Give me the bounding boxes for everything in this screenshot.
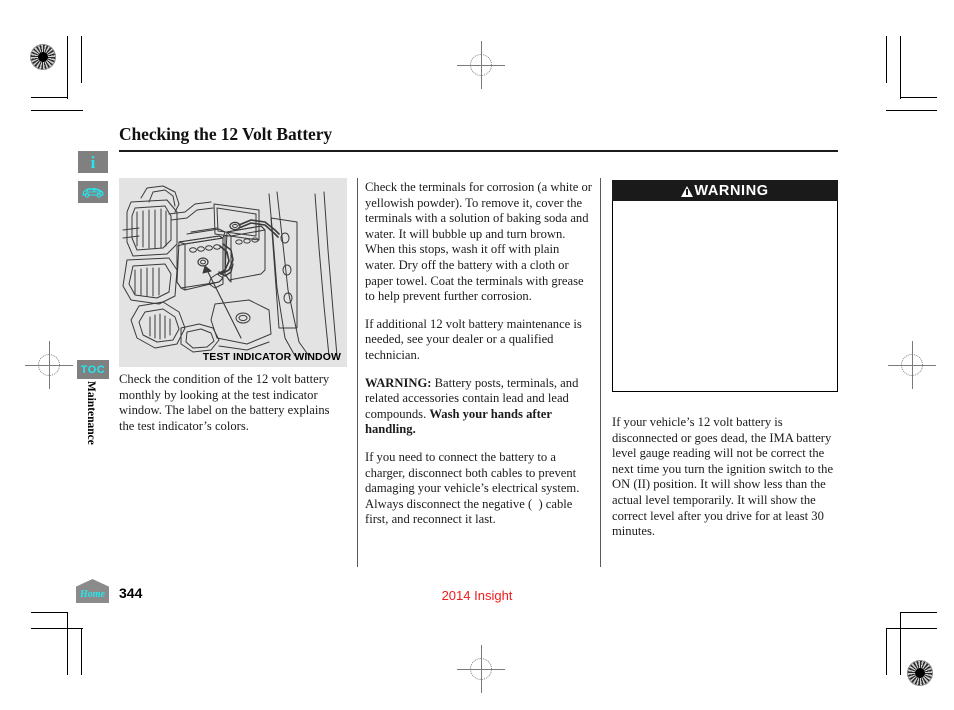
middle-paragraph-4: If you need to connect the battery to a … — [365, 449, 580, 527]
footer-model-label: 2014 Insight — [441, 588, 513, 603]
warning-triangle-icon — [681, 186, 694, 197]
crop-mark-top-left-vertical — [67, 36, 68, 99]
info-icon-button[interactable]: i — [78, 151, 108, 173]
title-divider — [119, 150, 838, 152]
column-divider-1 — [357, 178, 358, 567]
crop-mark-bottom-right-vertical — [886, 628, 887, 675]
section-tab-label: Maintenance — [85, 381, 97, 445]
crop-mark-bottom-right-horizontal — [900, 612, 937, 613]
vehicle-icon — [82, 188, 104, 198]
crop-mark-bottom-left-horizontal — [31, 612, 68, 613]
left-paragraph-1: Check the condition of the 12 volt batte… — [119, 372, 330, 433]
warning-heading-label: WARNING — [694, 182, 769, 199]
registration-crosshair-left — [25, 341, 73, 389]
warning-lead-label: WARNING: — [365, 375, 432, 390]
left-column-text: Check the condition of the 12 volt batte… — [119, 372, 343, 434]
engine-bay-illustration — [122, 185, 338, 357]
middle-paragraph-1: Check the terminals for corrosion (a whi… — [365, 180, 592, 304]
warning-panel-header: WARNING — [612, 180, 838, 201]
crop-mark-bottom-left-vertical — [67, 612, 68, 675]
middle-column-text: Check the terminals for corrosion (a whi… — [365, 180, 592, 528]
crop-mark-top-right-vertical — [886, 36, 887, 83]
crop-mark-bottom-left-vertical-2 — [81, 628, 82, 675]
crop-mark-top-right-vertical-2 — [900, 36, 901, 99]
crop-mark-bottom-right-horizontal-2 — [886, 628, 937, 629]
crop-mark-top-right-horizontal-2 — [886, 110, 937, 111]
toc-label: TOC — [80, 363, 106, 376]
registration-mark-top-left — [30, 44, 56, 70]
crop-mark-top-left-horizontal-2 — [31, 110, 83, 111]
crop-mark-bottom-left-horizontal-2 — [31, 628, 83, 629]
middle-paragraph-3: WARNING: Battery posts, terminals, and r… — [365, 376, 592, 438]
warning-panel — [612, 180, 838, 392]
vehicle-icon-button[interactable] — [78, 181, 108, 203]
middle-paragraph-2: If additional 12 volt battery maintenanc… — [365, 316, 582, 362]
crop-mark-top-left-vertical-2 — [81, 36, 82, 83]
crop-mark-top-right-horizontal — [900, 97, 937, 98]
right-column-text: If your vehicle’s 12 volt battery is dis… — [612, 415, 840, 540]
crop-mark-bottom-right-vertical-2 — [900, 612, 901, 675]
registration-crosshair-top — [457, 41, 505, 89]
registration-crosshair-bottom — [457, 645, 505, 693]
engine-bay-figure: TEST INDICATOR WINDOW — [119, 178, 347, 367]
section-tab-maintenance: Maintenance — [85, 381, 97, 445]
crop-mark-top-left-horizontal — [31, 97, 68, 98]
right-paragraph-1: If your vehicle’s 12 volt battery is dis… — [612, 415, 834, 539]
column-divider-2 — [600, 178, 601, 567]
registration-crosshair-right — [888, 341, 936, 389]
figure-caption: TEST INDICATOR WINDOW — [202, 351, 341, 363]
registration-mark-bottom-right — [907, 660, 933, 686]
info-icon: i — [90, 152, 96, 172]
toc-button[interactable]: TOC — [77, 360, 109, 379]
page-title: Checking the 12 Volt Battery — [119, 124, 333, 144]
